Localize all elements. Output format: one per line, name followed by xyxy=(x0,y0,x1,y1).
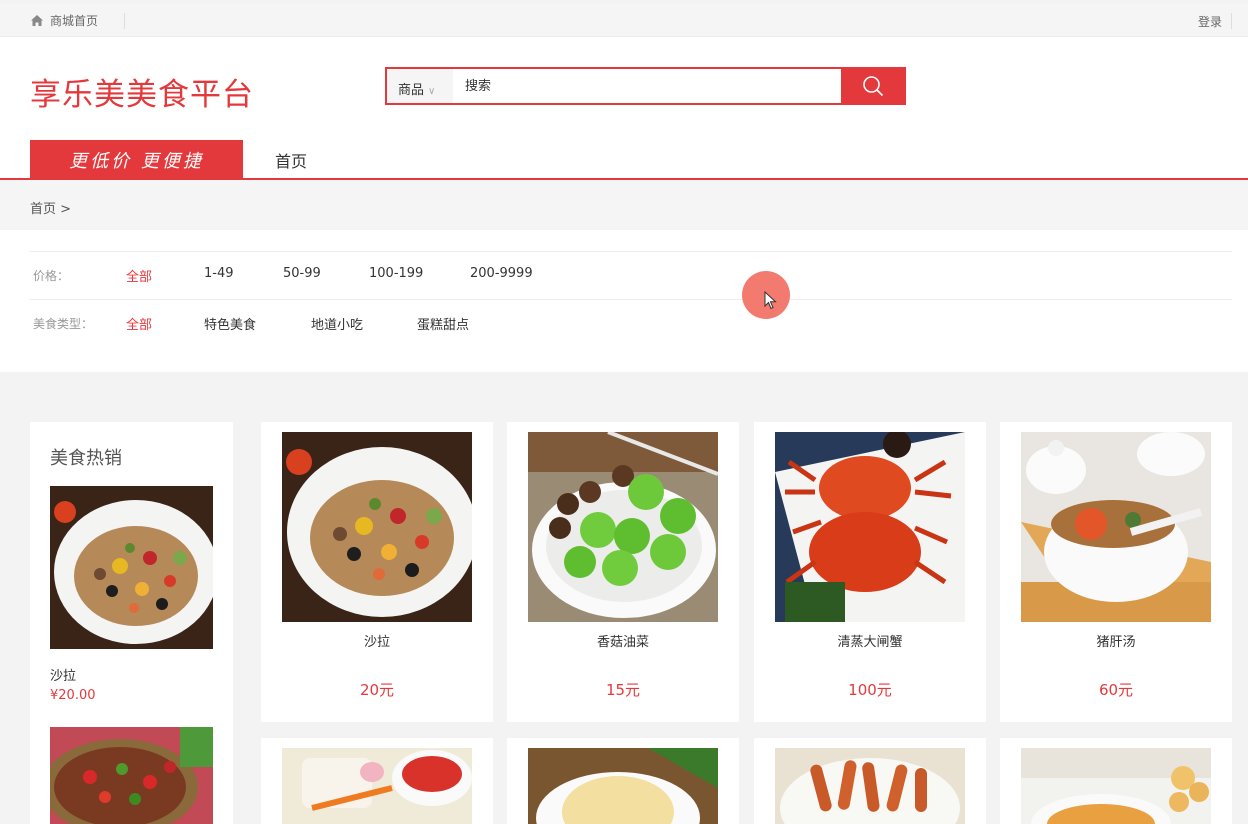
breadcrumb: 首页 > xyxy=(0,180,1248,230)
product-image[interactable] xyxy=(528,748,718,824)
product-image[interactable] xyxy=(282,748,472,824)
chevron-down-icon: ∨ xyxy=(428,86,436,97)
product-name[interactable]: 沙拉 xyxy=(261,631,493,650)
product-card[interactable]: 清蒸大闸蟹 100元 xyxy=(754,422,986,722)
slogan-banner: 更低价 更便捷 xyxy=(30,140,243,179)
product-card[interactable]: 猪肝汤 60元 xyxy=(1000,422,1232,722)
home-icon xyxy=(31,15,43,26)
cursor-highlight xyxy=(742,271,790,319)
price-option-1-49[interactable]: 1-49 xyxy=(204,266,234,281)
price-option-all[interactable]: 全部 xyxy=(126,266,152,285)
cursor-icon xyxy=(764,291,777,310)
product-card[interactable] xyxy=(261,738,493,824)
product-image[interactable] xyxy=(282,432,472,622)
product-price: 15元 xyxy=(605,681,641,699)
sidebar-item-image[interactable] xyxy=(50,486,218,649)
product-price: 100元 xyxy=(848,681,892,699)
sidebar-item-price: ¥20.00 xyxy=(50,688,96,703)
type-filter-label: 美食类型： xyxy=(33,317,94,331)
product-image[interactable] xyxy=(528,432,718,622)
header: 享乐美美食平台 商品∨ 更低价 更便捷 首页 xyxy=(0,37,1248,180)
breadcrumb-home[interactable]: 首页 > xyxy=(30,198,71,217)
type-option-desserts[interactable]: 蛋糕甜点 xyxy=(417,314,469,333)
product-name[interactable]: 清蒸大闸蟹 xyxy=(754,631,986,650)
product-image[interactable] xyxy=(775,432,965,622)
site-logo[interactable]: 享乐美美食平台 xyxy=(30,69,254,114)
price-option-200-9999[interactable]: 200-9999 xyxy=(470,266,533,281)
price-filter-row: 价格： 全部 1-49 50-99 100-199 200-9999 xyxy=(30,251,1232,299)
filter-panel: 价格： 全部 1-49 50-99 100-199 200-9999 美食类型：… xyxy=(0,230,1248,372)
product-card[interactable] xyxy=(754,738,986,824)
search-input[interactable] xyxy=(456,69,841,103)
divider xyxy=(1231,13,1232,29)
price-filter-label: 价格： xyxy=(33,269,70,283)
product-image[interactable] xyxy=(775,748,965,824)
product-name[interactable]: 猪肝汤 xyxy=(1000,631,1232,650)
mall-home-label: 商城首页 xyxy=(50,14,99,28)
product-card[interactable]: 沙拉 20元 xyxy=(261,422,493,722)
sidebar-item-image[interactable] xyxy=(42,727,213,824)
search-bar: 商品 ∨ xyxy=(385,67,906,105)
type-option-specialty[interactable]: 特色美食 xyxy=(204,314,256,333)
product-card[interactable]: 香菇油菜 15元 xyxy=(507,422,739,722)
type-option-snacks[interactable]: 地道小吃 xyxy=(311,314,363,333)
product-name[interactable]: 香菇油菜 xyxy=(507,631,739,650)
nav-home-link[interactable]: 首页 xyxy=(275,148,307,172)
search-category-label: 商品 xyxy=(398,83,425,98)
sidebar-title: 美食热销 xyxy=(50,448,122,469)
top-bar: 商城首页 登录 xyxy=(0,4,1248,37)
product-card[interactable] xyxy=(507,738,739,824)
price-option-50-99[interactable]: 50-99 xyxy=(283,266,321,281)
search-button[interactable] xyxy=(841,69,904,103)
search-category-select[interactable]: 商品 ∨ xyxy=(387,69,453,103)
sidebar-item-name[interactable]: 沙拉 xyxy=(50,665,76,684)
search-icon xyxy=(862,76,883,97)
product-price: 20元 xyxy=(359,681,395,699)
hot-selling-sidebar: 美食热销 沙拉 ¥20.00 xyxy=(30,422,233,824)
product-price: 60元 xyxy=(1098,681,1134,699)
mall-home-link[interactable]: 商城首页 xyxy=(30,12,98,29)
product-card[interactable] xyxy=(1000,738,1232,824)
login-link[interactable]: 登录 xyxy=(1198,13,1222,30)
product-image[interactable] xyxy=(1021,432,1211,622)
product-image[interactable] xyxy=(1021,748,1211,824)
type-filter-row: 美食类型： 全部 特色美食 地道小吃 蛋糕甜点 xyxy=(30,299,1232,347)
type-option-all[interactable]: 全部 xyxy=(126,314,152,333)
price-option-100-199[interactable]: 100-199 xyxy=(369,266,423,281)
divider xyxy=(124,13,125,29)
